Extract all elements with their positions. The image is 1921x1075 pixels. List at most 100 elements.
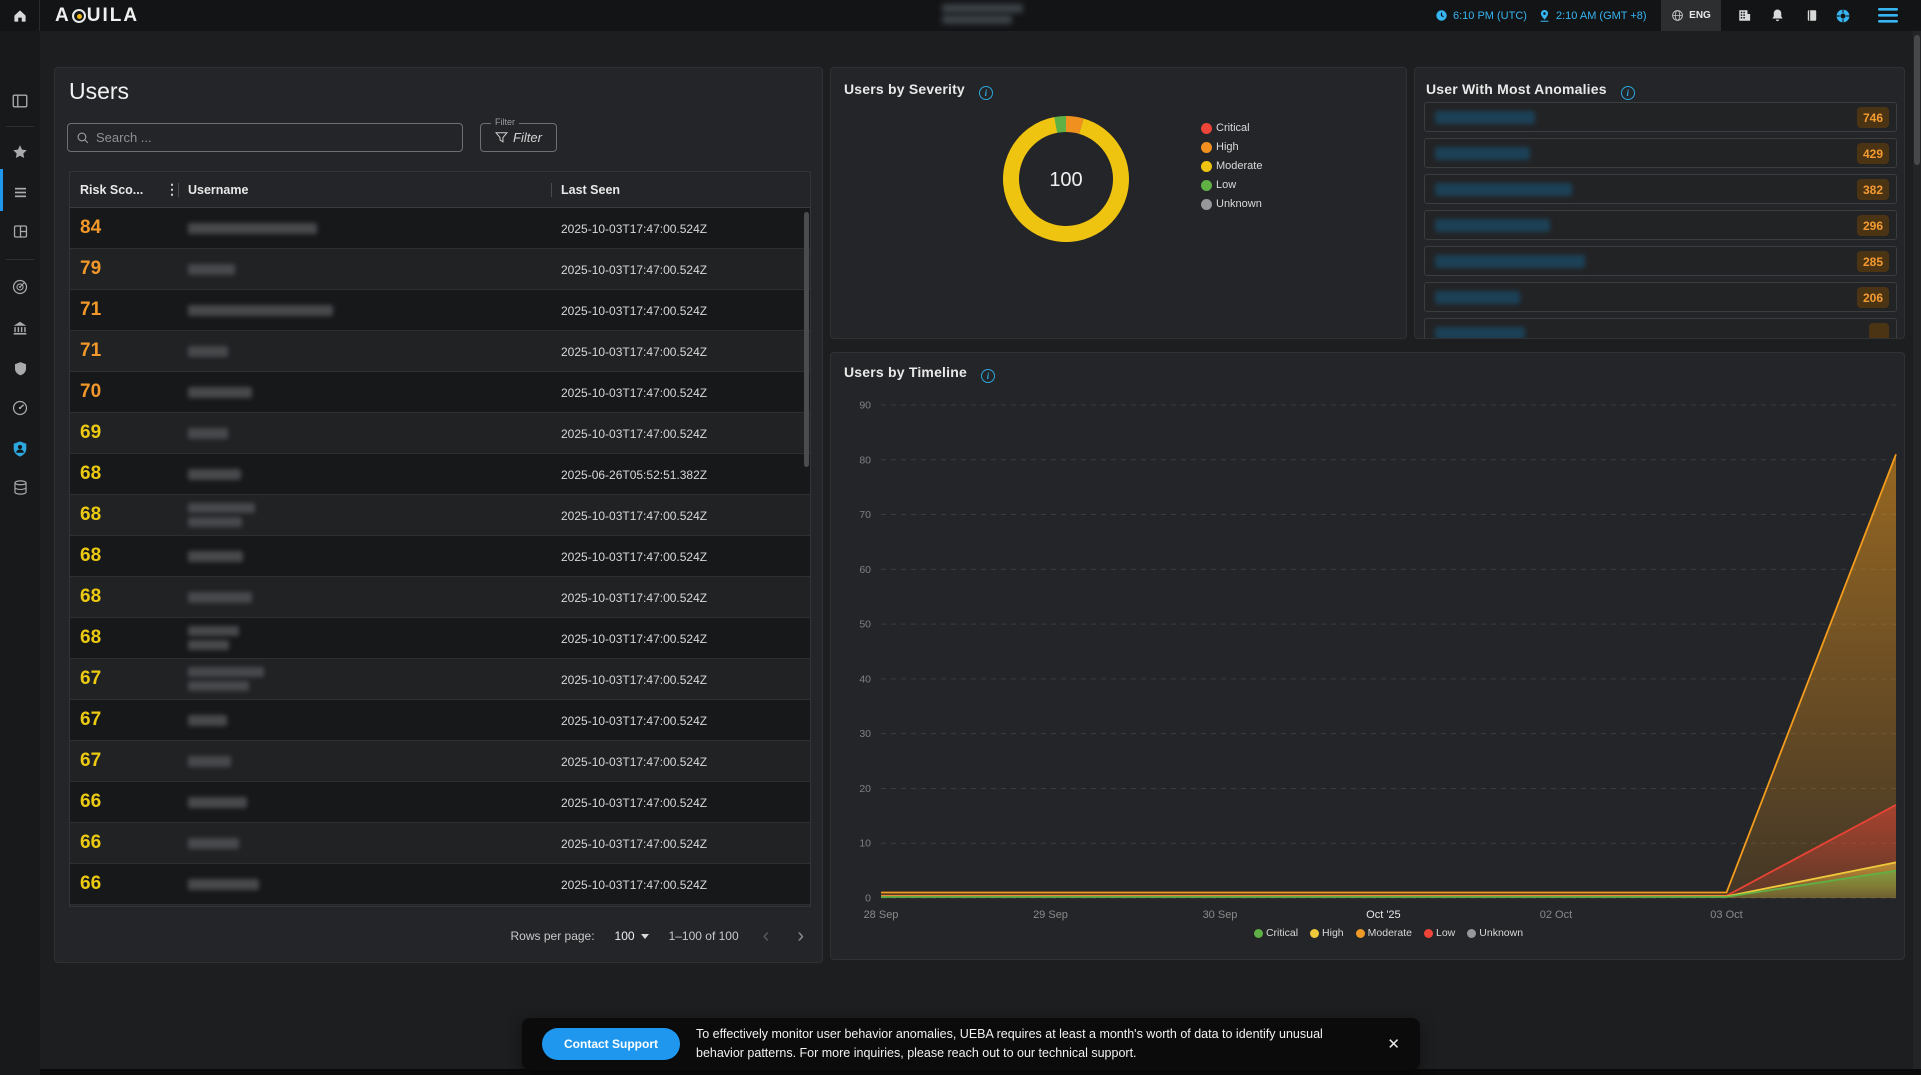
shield-icon — [12, 360, 29, 377]
language-label: ENG — [1689, 10, 1711, 21]
table-row[interactable]: 682025-10-03T17:47:00.524Z — [70, 495, 810, 536]
users-table-header: Risk Sco... ⋮ Username Last Seen — [70, 172, 810, 208]
severity-legend: CriticalHighModerateLowUnknown — [1201, 122, 1262, 217]
contact-support-button[interactable]: Contact Support — [542, 1028, 680, 1060]
page-vertical-scrollbar[interactable] — [1913, 31, 1921, 1075]
table-row[interactable]: 712025-10-03T17:47:00.524Z — [70, 290, 810, 331]
notification-message: To effectively monitor user behavior ano… — [696, 1025, 1371, 1064]
table-row[interactable]: 702025-10-03T17:47:00.524Z — [70, 372, 810, 413]
redacted-username — [188, 879, 259, 890]
anomaly-list-item[interactable]: 206 — [1424, 282, 1897, 312]
last-seen-value: 2025-10-03T17:47:00.524Z — [561, 386, 707, 400]
anomalies-panel-title: User With Most Anomalies i — [1426, 81, 1635, 100]
docs-button[interactable] — [1805, 0, 1819, 31]
column-header-risk-score[interactable]: Risk Sco... — [80, 183, 143, 197]
rows-per-page-value: 100 — [615, 929, 635, 943]
info-icon[interactable]: i — [979, 86, 993, 100]
search-input[interactable] — [96, 130, 454, 145]
table-row[interactable]: 842025-10-03T17:47:00.524Z — [70, 208, 810, 249]
logo-suffix: UILA — [87, 5, 139, 27]
svg-text:02 Oct: 02 Oct — [1540, 909, 1572, 921]
legend-item: Low — [1201, 179, 1262, 191]
risk-score-value: 71 — [80, 340, 101, 362]
legend-label: Unknown — [1479, 927, 1523, 939]
last-seen-value: 2025-10-03T17:47:00.524Z — [561, 263, 707, 277]
sidebar-item-radar[interactable] — [0, 270, 40, 304]
redacted-username — [1435, 255, 1585, 268]
legend-dot — [1254, 929, 1263, 938]
risk-score-value: 68 — [80, 627, 101, 649]
table-row[interactable]: 712025-10-03T17:47:00.524Z — [70, 331, 810, 372]
last-seen-value: 2025-10-03T17:47:00.524Z — [561, 550, 707, 564]
support-button[interactable] — [1835, 0, 1851, 31]
anomaly-list-item[interactable]: 382 — [1424, 174, 1897, 204]
table-row[interactable]: 672025-10-03T17:47:00.524Z — [70, 700, 810, 741]
table-row[interactable]: 682025-06-26T05:52:51.382Z — [70, 454, 810, 495]
risk-score-value: 71 — [80, 299, 101, 321]
redacted-username — [188, 387, 252, 398]
legend-label: Low — [1216, 179, 1236, 191]
sidebar-item-user-shield-active[interactable] — [0, 432, 40, 466]
rows-per-page-select[interactable]: 100 — [615, 929, 649, 943]
redacted-header-title — [942, 4, 1023, 26]
anomaly-list-item[interactable]: 429 — [1424, 138, 1897, 168]
legend-label: Critical — [1266, 927, 1298, 939]
table-row[interactable]: 682025-10-03T17:47:00.524Z — [70, 618, 810, 659]
sidebar-item-favorites[interactable] — [0, 135, 40, 169]
funnel-icon — [495, 131, 508, 144]
language-selector[interactable]: ENG — [1661, 0, 1721, 31]
legend-dot — [1310, 929, 1319, 938]
notifications-button[interactable] — [1770, 0, 1785, 31]
next-page-button[interactable]: › — [793, 926, 808, 946]
table-row[interactable]: 692025-10-03T17:47:00.524Z — [70, 413, 810, 454]
sidebar-item-gauge[interactable] — [0, 391, 40, 425]
anomaly-list-item[interactable]: 296 — [1424, 210, 1897, 240]
legend-dot — [1201, 180, 1212, 191]
anomaly-list-item[interactable]: 285 — [1424, 246, 1897, 276]
scrollbar-thumb[interactable] — [1914, 35, 1920, 165]
sidebar-item-list-menu[interactable] — [0, 175, 40, 209]
legend-label: Low — [1436, 927, 1455, 939]
svg-text:28 Sep: 28 Sep — [864, 909, 899, 921]
table-row[interactable]: 672025-10-03T17:47:00.524Z — [70, 741, 810, 782]
table-scrollbar-thumb[interactable] — [804, 212, 809, 467]
sidebar-item-bank[interactable] — [0, 311, 40, 345]
anomaly-list-item[interactable]: 746 — [1424, 102, 1897, 132]
sidebar-divider — [6, 126, 34, 127]
table-row[interactable]: 682025-10-03T17:47:00.524Z — [70, 536, 810, 577]
table-row[interactable]: 662025-10-03T17:47:00.524Z — [70, 823, 810, 864]
radar-icon — [11, 278, 29, 296]
organization-button[interactable] — [1737, 0, 1752, 31]
sidebar-item-kanban-board[interactable] — [0, 214, 40, 248]
column-header-last-seen[interactable]: Last Seen — [561, 183, 620, 197]
legend-dot — [1356, 929, 1365, 938]
column-menu-icon[interactable]: ⋮ — [165, 181, 179, 198]
svg-text:0: 0 — [865, 893, 871, 905]
risk-score-value: 66 — [80, 873, 101, 895]
previous-page-button[interactable]: ‹ — [759, 926, 774, 946]
home-button[interactable] — [0, 0, 40, 31]
table-row[interactable]: 792025-10-03T17:47:00.524Z — [70, 249, 810, 290]
search-box — [67, 123, 463, 152]
table-row[interactable]: 682025-10-03T17:47:00.524Z — [70, 577, 810, 618]
info-icon[interactable]: i — [1621, 86, 1635, 100]
anomaly-list-item[interactable] — [1424, 318, 1897, 339]
sidebar-item-layout-panels[interactable] — [0, 84, 40, 118]
redacted-username — [1435, 327, 1525, 339]
sidebar-item-shield[interactable] — [0, 351, 40, 385]
info-icon[interactable]: i — [981, 369, 995, 383]
filter-button[interactable]: Filter Filter — [480, 123, 557, 152]
column-header-username[interactable]: Username — [188, 183, 248, 197]
last-seen-value: 2025-10-03T17:47:00.524Z — [561, 878, 707, 892]
redacted-line — [188, 517, 242, 527]
table-row[interactable]: 672025-10-03T17:47:00.524Z — [70, 659, 810, 700]
topbar: AUILA 6:10 PM (UTC) 2:10 AM (GMT +8) — [0, 0, 1921, 31]
table-row[interactable]: 662025-10-03T17:47:00.524Z — [70, 782, 810, 823]
svg-text:30: 30 — [859, 728, 871, 740]
close-icon[interactable]: ✕ — [1387, 1035, 1400, 1053]
svg-text:20: 20 — [859, 783, 871, 795]
redacted-line — [188, 503, 255, 513]
table-row[interactable]: 66 2025-10-03T17:47:00.524Z — [70, 864, 810, 905]
sidebar-item-database[interactable] — [0, 470, 40, 504]
main-menu-button[interactable] — [1878, 0, 1898, 31]
